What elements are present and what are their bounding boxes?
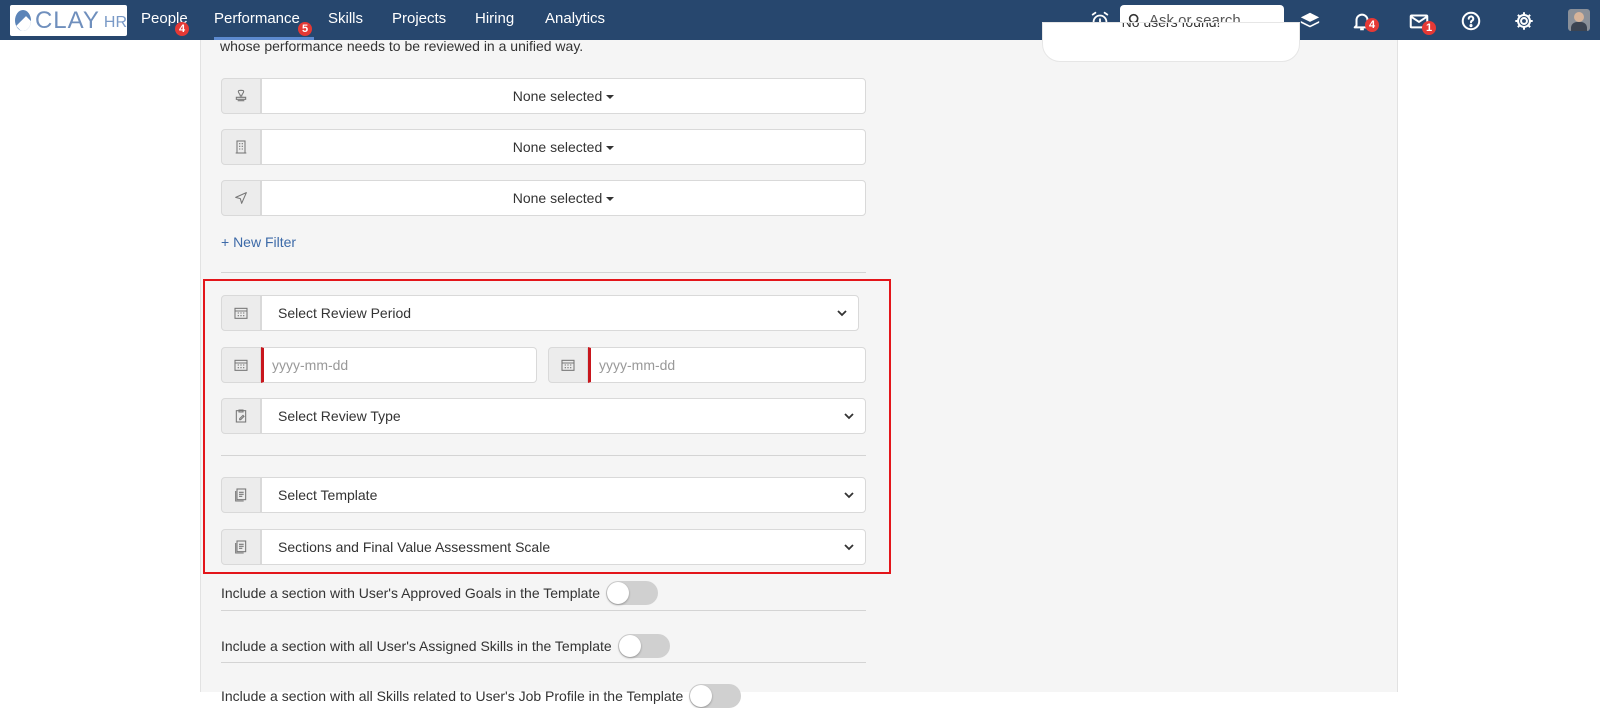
template-row: Select Template xyxy=(221,477,866,513)
filter-select-1-value: None selected xyxy=(512,88,603,104)
filter-select-2-value: None selected xyxy=(512,139,603,155)
review-type-select[interactable]: Select Review Type xyxy=(261,398,866,434)
review-type-row: Select Review Type xyxy=(221,398,866,434)
approved-goals-toggle-row: Include a section with User's Approved G… xyxy=(221,581,659,605)
performance-badge: 5 xyxy=(298,22,312,36)
calendar-icon xyxy=(221,347,261,383)
users-result-box: No users found! xyxy=(1042,22,1300,62)
start-date-field[interactable] xyxy=(261,347,537,383)
messages-envelope-icon[interactable]: 1 xyxy=(1408,10,1436,35)
job-profile-skills-label: Include a section with all Skills relate… xyxy=(221,688,684,704)
approved-goals-toggle[interactable] xyxy=(606,581,659,605)
intro-text: whose performance needs to be reviewed i… xyxy=(220,38,584,54)
filter-row-2: None selected xyxy=(221,129,866,165)
chevron-down-icon xyxy=(844,492,854,499)
filter-select-2[interactable]: None selected xyxy=(261,129,866,165)
messages-badge: 1 xyxy=(1422,21,1436,35)
nav-hiring-label: Hiring xyxy=(475,10,515,27)
building-icon xyxy=(221,129,261,165)
clayhr-logo-icon xyxy=(15,10,31,31)
logo-text-clay: CLAY xyxy=(34,6,100,34)
review-type-label: Select Review Type xyxy=(278,408,401,424)
assessment-scale-select[interactable]: Sections and Final Value Assessment Scal… xyxy=(261,529,866,565)
review-period-row: Select Review Period xyxy=(221,295,859,331)
review-period-label: Select Review Period xyxy=(278,305,412,321)
clipboard-edit-icon xyxy=(221,398,261,434)
calendar-icon xyxy=(221,295,261,331)
filter-row-1: None selected xyxy=(221,78,866,114)
divider xyxy=(221,662,866,663)
logo-text-hr: HR xyxy=(103,13,127,31)
nav-performance-label: Performance xyxy=(214,10,300,27)
nav-skills[interactable]: Skills xyxy=(328,0,363,40)
new-filter-link[interactable]: + New Filter xyxy=(221,234,296,250)
divider xyxy=(221,610,866,611)
assessment-scale-row: Sections and Final Value Assessment Scal… xyxy=(221,529,866,565)
assigned-skills-toggle-row: Include a section with all User's Assign… xyxy=(221,634,670,658)
filter-select-3[interactable]: None selected xyxy=(261,180,866,216)
job-profile-skills-toggle[interactable] xyxy=(689,684,742,708)
nav-analytics[interactable]: Analytics xyxy=(545,0,605,40)
notifications-bell-icon[interactable]: 4 xyxy=(1351,10,1379,32)
template-document-icon xyxy=(221,529,261,565)
no-users-message: No users found! xyxy=(1121,22,1221,30)
notifications-badge: 4 xyxy=(1365,18,1379,32)
assigned-skills-toggle[interactable] xyxy=(617,634,670,658)
filter-row-3: None selected xyxy=(221,180,866,216)
assigned-skills-label: Include a section with all User's Assign… xyxy=(221,638,612,654)
stamp-icon xyxy=(221,78,261,114)
people-badge: 4 xyxy=(175,22,189,36)
review-period-select[interactable]: Select Review Period xyxy=(261,295,859,331)
assessment-scale-label: Sections and Final Value Assessment Scal… xyxy=(278,539,551,555)
nav-hiring[interactable]: Hiring xyxy=(475,0,514,40)
end-date-field[interactable] xyxy=(588,347,866,383)
end-date-row xyxy=(548,347,866,383)
job-profile-skills-toggle-row: Include a section with all Skills relate… xyxy=(221,684,742,708)
nav-projects-label: Projects xyxy=(392,10,447,27)
filter-select-3-value: None selected xyxy=(512,190,603,206)
location-arrow-icon xyxy=(221,180,261,216)
end-date-input[interactable] xyxy=(591,348,865,382)
filter-select-1[interactable]: None selected xyxy=(261,78,866,114)
start-date-row xyxy=(221,347,537,383)
caret-down-icon xyxy=(606,197,615,202)
caret-down-icon xyxy=(606,146,615,151)
nav-analytics-label: Analytics xyxy=(545,10,606,27)
template-label: Select Template xyxy=(278,487,378,503)
chevron-down-icon xyxy=(844,544,854,551)
caret-down-icon xyxy=(606,95,615,100)
layers-icon[interactable] xyxy=(1299,10,1321,32)
calendar-icon xyxy=(548,347,588,383)
nav-people[interactable]: People 4 xyxy=(141,0,189,40)
user-avatar[interactable] xyxy=(1568,9,1590,31)
clayhr-logo[interactable]: CLAY HR xyxy=(10,5,127,36)
template-document-icon xyxy=(221,477,261,513)
approved-goals-label: Include a section with User's Approved G… xyxy=(221,585,601,601)
divider xyxy=(221,455,866,456)
top-navbar: CLAY HR People 4 Performance 5 Skills Pr… xyxy=(0,0,1600,40)
start-date-input[interactable] xyxy=(264,348,536,382)
nav-projects[interactable]: Projects xyxy=(392,0,446,40)
nav-performance[interactable]: Performance 5 xyxy=(214,0,314,40)
nav-skills-label: Skills xyxy=(328,10,364,27)
chevron-down-icon xyxy=(837,310,847,317)
help-question-icon[interactable] xyxy=(1460,10,1482,32)
template-select[interactable]: Select Template xyxy=(261,477,866,513)
settings-gear-icon[interactable] xyxy=(1513,10,1535,32)
divider xyxy=(221,272,866,273)
chevron-down-icon xyxy=(844,413,854,420)
